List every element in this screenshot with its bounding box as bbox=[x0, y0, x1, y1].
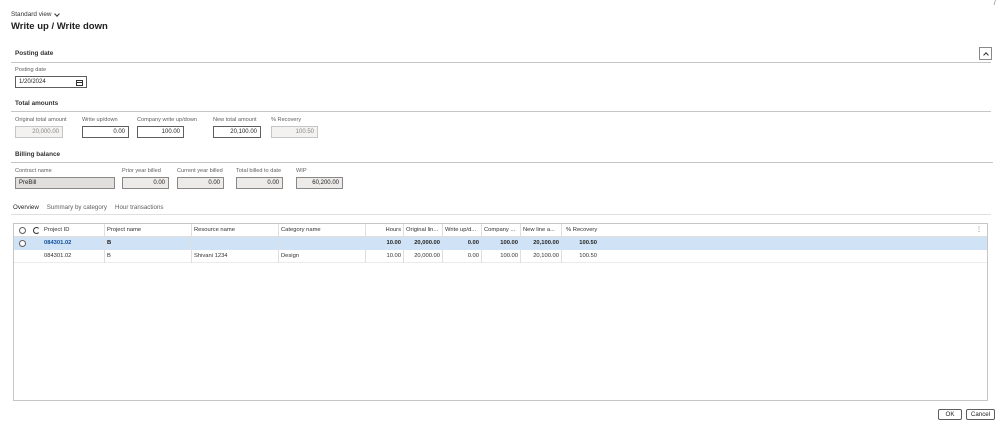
refresh-icon[interactable] bbox=[33, 227, 40, 234]
wip-label: WIP bbox=[296, 168, 307, 174]
posting-date-value: 1/20/2024 bbox=[19, 79, 46, 85]
collapse-button[interactable] bbox=[979, 47, 992, 60]
cell-resource-name: Shivani 1234 bbox=[194, 253, 228, 259]
section-total-amounts[interactable]: Total amounts bbox=[15, 100, 58, 107]
col-original-line[interactable]: Original lin... bbox=[404, 224, 442, 237]
new-total-label: New total amount bbox=[213, 117, 257, 123]
contract-input: PreBill bbox=[15, 177, 115, 189]
col-hours[interactable]: Hours bbox=[366, 224, 403, 237]
company-write-label: Company write up/down bbox=[137, 117, 198, 123]
view-selector-label: Standard view bbox=[11, 11, 52, 18]
cell-write-updown: 0.00 bbox=[467, 253, 479, 259]
cell-hours: 10.00 bbox=[386, 253, 401, 259]
tabs-divider bbox=[11, 214, 991, 215]
lines-grid: Project ID Project name Resource name Ca… bbox=[13, 223, 988, 401]
cell-project-id: 084301.02 bbox=[44, 253, 72, 259]
cancel-button[interactable]: Cancel bbox=[966, 409, 995, 420]
original-total-field: Original total amount 20,000.00 bbox=[15, 117, 67, 138]
grid-header-row: Project ID Project name Resource name Ca… bbox=[14, 224, 987, 237]
cell-new-line-amount: 20,100.00 bbox=[533, 253, 559, 259]
recovery-field: % Recovery 100.50 bbox=[271, 117, 318, 138]
chevron-down-icon bbox=[53, 10, 60, 17]
col-project-id[interactable]: Project ID bbox=[42, 224, 104, 237]
current-year-field: Current year billed 0.00 bbox=[177, 168, 224, 189]
col-project-name[interactable]: Project name bbox=[105, 224, 191, 237]
table-row[interactable]: 084301.02 B Shivani 1234 Design 10.00 20… bbox=[14, 250, 987, 263]
section-billing-balance[interactable]: Billing balance bbox=[15, 151, 60, 158]
cell-recovery: 100.50 bbox=[579, 240, 597, 246]
company-write-input[interactable]: 100.00 bbox=[137, 126, 184, 138]
company-write-field: Company write up/down 100.00 bbox=[137, 117, 198, 138]
wip-input: 60,200.00 bbox=[296, 177, 343, 189]
section-divider bbox=[11, 162, 993, 163]
column-options-icon[interactable]: ⋮ bbox=[976, 226, 982, 233]
section-divider bbox=[11, 111, 991, 112]
table-row[interactable]: 084301.02 B 10.00 20,000.00 0.00 100.00 … bbox=[14, 237, 987, 250]
posting-date-field: Posting date 1/20/2024 bbox=[15, 67, 87, 88]
corner-mark: / bbox=[993, 0, 996, 7]
cell-new-line-amount: 20,100.00 bbox=[533, 240, 559, 246]
section-divider bbox=[11, 62, 991, 63]
cell-write-updown: 0.00 bbox=[467, 240, 479, 246]
original-total-label: Original total amount bbox=[15, 117, 67, 123]
section-posting-date[interactable]: Posting date bbox=[15, 50, 53, 57]
current-year-input: 0.00 bbox=[177, 177, 224, 189]
current-year-label: Current year billed bbox=[177, 168, 223, 174]
cell-project-id[interactable]: 084301.02 bbox=[42, 237, 104, 250]
cell-project-name: B bbox=[107, 240, 112, 246]
write-updown-field: Write up/down 0.00 bbox=[82, 117, 129, 138]
contract-field: Contract name PreBill bbox=[15, 168, 115, 189]
write-updown-label: Write up/down bbox=[82, 117, 118, 123]
col-write-updown[interactable]: Write up/d... bbox=[443, 224, 481, 237]
col-company[interactable]: Company ... bbox=[482, 224, 520, 237]
cell-category-name bbox=[279, 237, 365, 250]
cell-hours: 10.00 bbox=[386, 240, 401, 246]
total-billed-label: Total billed to date bbox=[236, 168, 282, 174]
prior-year-label: Prior year billed bbox=[122, 168, 161, 174]
new-total-field: New total amount 20,100.00 bbox=[213, 117, 261, 138]
prior-year-field: Prior year billed 0.00 bbox=[122, 168, 169, 189]
ok-button[interactable]: OK bbox=[938, 409, 962, 420]
contract-label: Contract name bbox=[15, 168, 52, 174]
calendar-icon[interactable] bbox=[76, 80, 83, 86]
col-category-name[interactable]: Category name bbox=[279, 224, 365, 237]
select-all-radio[interactable] bbox=[19, 227, 26, 234]
cell-original-line: 20,000.00 bbox=[414, 253, 440, 259]
view-selector[interactable]: Standard view bbox=[11, 10, 60, 18]
posting-date-label: Posting date bbox=[15, 67, 47, 73]
original-total-input: 20,000.00 bbox=[15, 126, 63, 138]
new-total-input[interactable]: 20,100.00 bbox=[213, 126, 261, 138]
cell-company: 100.00 bbox=[500, 240, 518, 246]
col-recovery[interactable]: % Recovery bbox=[564, 224, 606, 237]
posting-date-input[interactable]: 1/20/2024 bbox=[15, 76, 87, 88]
page-title: Write up / Write down bbox=[11, 21, 108, 32]
cell-resource-name bbox=[192, 237, 278, 250]
cell-project-name: B bbox=[107, 253, 111, 259]
recovery-input: 100.50 bbox=[271, 126, 318, 138]
col-new-line-amount[interactable]: New line a... bbox=[521, 224, 561, 237]
prior-year-input: 0.00 bbox=[122, 177, 169, 189]
total-billed-field: Total billed to date 0.00 bbox=[236, 168, 283, 189]
col-resource-name[interactable]: Resource name bbox=[192, 224, 278, 237]
recovery-label: % Recovery bbox=[271, 117, 302, 123]
write-updown-input[interactable]: 0.00 bbox=[82, 126, 129, 138]
cell-recovery: 100.50 bbox=[579, 253, 597, 259]
cell-original-line: 20,000.00 bbox=[414, 240, 440, 246]
total-billed-input: 0.00 bbox=[236, 177, 283, 189]
wip-field: WIP 60,200.00 bbox=[296, 168, 343, 189]
cell-company: 100.00 bbox=[500, 253, 518, 259]
cell-category-name: Design bbox=[281, 253, 300, 259]
chevron-up-icon bbox=[982, 51, 989, 58]
row-select-radio[interactable] bbox=[19, 240, 26, 247]
